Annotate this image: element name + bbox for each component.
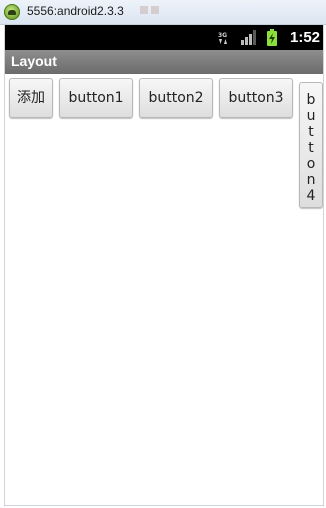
button2[interactable]: button2 xyxy=(139,78,213,118)
svg-text:3G: 3G xyxy=(218,32,227,39)
status-bar: 3G 1:52 xyxy=(5,25,323,50)
button1[interactable]: button1 xyxy=(59,78,133,118)
phone-screen: 3G 1:52 Layout 添加 button1 button2 button… xyxy=(4,25,324,506)
layout-content: 添加 button1 button2 button3 button4 xyxy=(5,74,323,505)
app-title-bar: Layout xyxy=(5,50,323,74)
emulator-window: 5556:android2.3.3 3G 1:52 Layout 添加 butt… xyxy=(0,0,326,508)
button4[interactable]: button4 xyxy=(299,82,323,208)
app-title: Layout xyxy=(11,53,57,69)
window-titlebar: 5556:android2.3.3 xyxy=(0,0,326,25)
button3[interactable]: button3 xyxy=(219,78,293,118)
android-logo-icon xyxy=(4,4,20,20)
button4-label: button4 xyxy=(306,92,316,204)
window-title: 5556:android2.3.3 xyxy=(27,4,124,18)
network-3g-icon: 3G xyxy=(218,32,227,44)
background-window-tabs xyxy=(140,5,326,19)
add-button[interactable]: 添加 xyxy=(9,78,53,118)
status-time: 1:52 xyxy=(290,29,321,46)
battery-charging-icon xyxy=(267,29,277,46)
signal-strength-icon xyxy=(241,30,256,45)
